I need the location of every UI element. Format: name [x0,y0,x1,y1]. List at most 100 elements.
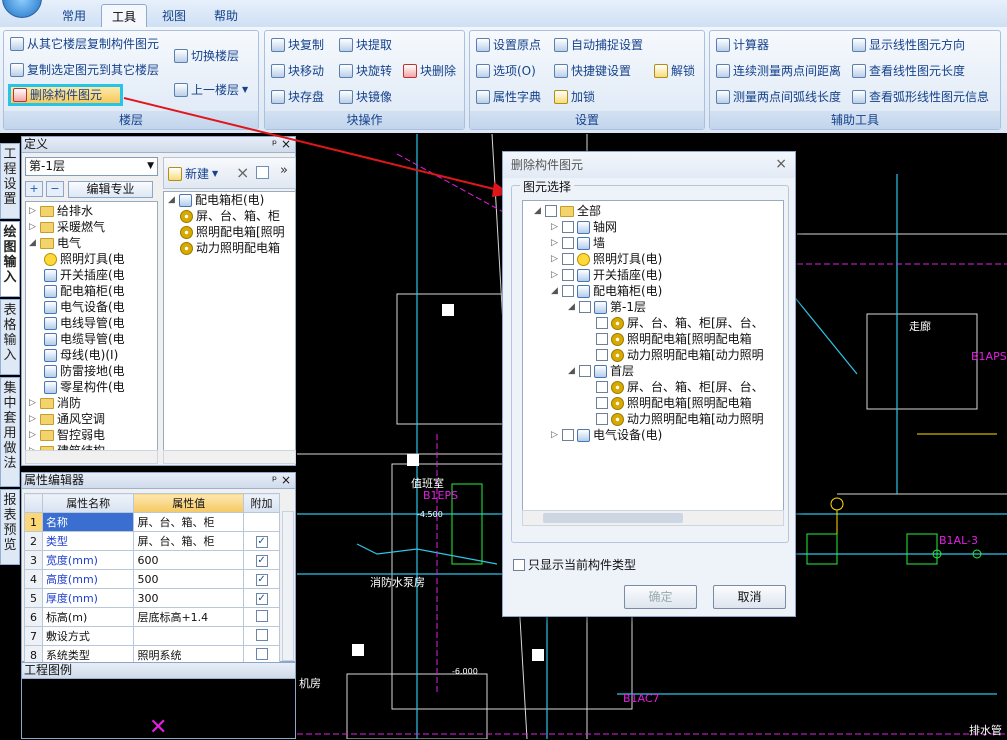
show-line-direction-button[interactable]: 显示线性图元方向 [852,34,965,56]
collapse-icon[interactable]: ◢ [28,235,37,251]
cancel-button[interactable]: 取消 [713,585,786,609]
vtab-apply-method[interactable]: 集中套用做法 [0,377,20,487]
checkbox[interactable] [579,301,591,313]
checkbox[interactable]: ✓ [255,593,268,605]
tree-item[interactable]: 照明灯具(电 [26,251,157,267]
view-line-length-button[interactable]: 查看线性图元长度 [852,60,965,82]
vtab-project-settings[interactable]: 工程设置 [0,143,20,219]
property-value[interactable]: 300 [133,588,245,608]
floor-select[interactable]: 第-1层 ▼ [25,157,158,176]
tree-item[interactable]: 电线导管(电 [26,315,157,331]
expand-icon[interactable]: ▷ [28,219,37,235]
prev-floor-button[interactable]: 上一楼层 ▼ [174,79,248,101]
component-item[interactable]: 照明配电箱[照明 [164,224,295,240]
component-item[interactable]: 动力照明配电箱 [164,240,295,256]
checkbox[interactable] [596,317,608,329]
block-save-button[interactable]: 块存盘 [271,86,324,108]
checkbox[interactable]: ✓ [255,555,268,567]
checkbox[interactable] [596,349,608,361]
more-chevron-icon[interactable]: » [280,163,288,178]
vtab-report-preview[interactable]: 报表预览 [0,489,20,565]
property-row[interactable]: 4 高度(mm) 500 ✓ [24,569,280,589]
unlock-button[interactable]: 解锁 [654,60,695,82]
block-rotate-button[interactable]: 块旋转 [339,60,392,82]
collapse-all-button[interactable]: − [46,181,64,197]
property-row[interactable]: 2 类型 屏、台、箱、柜 ✓ [24,531,280,551]
checkbox[interactable] [255,628,268,641]
checkbox[interactable]: ✓ [255,536,268,548]
shortcut-settings-button[interactable]: 快捷键设置 [554,60,631,82]
checkbox[interactable] [596,381,608,393]
options-button[interactable]: 选项(O) [476,60,536,82]
switch-floor-button[interactable]: 切换楼层 [174,45,239,67]
expand-icon[interactable]: ▷ [28,395,37,411]
block-extract-button[interactable]: 块提取 [339,34,392,56]
collapse-icon[interactable]: ◢ [567,363,576,379]
edit-specialty-button[interactable]: 编辑专业 [68,181,153,198]
element-tree-item[interactable]: ◢ 首层 [523,363,783,379]
element-tree-item[interactable]: 照明配电箱[照明配电箱 [523,331,783,347]
tree-item[interactable]: 配电箱柜(电 [26,283,157,299]
element-tree-item[interactable]: ◢ 第-1层 [523,299,783,315]
property-vscrollbar[interactable] [282,511,294,661]
checkbox[interactable] [562,429,574,441]
block-move-button[interactable]: 块移动 [271,60,324,82]
vtab-drawing-input[interactable]: 绘图输入 [0,221,20,297]
list-hscrollbar[interactable] [163,450,296,464]
pin-close-icon[interactable]: ᵖ × [272,473,295,488]
block-copy-button[interactable]: 块复制 [271,34,324,56]
element-tree[interactable]: ◢ 全部 ▷ 轴网 ▷ 墙 ▷ 照明灯具(电) ▷ 开关插座(电) ◢ 配电箱柜(电) ◢ 第-1层 屏、台… [522,200,784,512]
auto-snap-button[interactable]: 自动捕捉设置 [554,34,643,56]
delete-component-button[interactable]: 删除构件图元 [8,84,123,106]
pin-close-icon[interactable]: ᵖ × [272,137,295,152]
tree-item[interactable]: 零星构件(电 [26,379,157,395]
tree-item[interactable]: 母线(电)(I) [26,347,157,363]
property-row[interactable]: 3 宽度(mm) 600 ✓ [24,550,280,570]
tree-item[interactable]: 防雷接地(电 [26,363,157,379]
checkbox[interactable] [513,559,525,571]
measure-distance-button[interactable]: 连续测量两点间距离 [716,60,841,82]
checkbox[interactable] [596,333,608,345]
scroll-thumb[interactable] [543,513,683,523]
element-tree-item[interactable]: ◢ 配电箱柜(电) [523,283,783,299]
new-component-button[interactable]: 新建 ▼ [168,163,218,185]
property-value[interactable]: 屏、台、箱、柜 [133,531,245,551]
tree-item[interactable]: ▷ 智控弱电 [26,427,157,443]
component-type-tree[interactable]: ▷ 给排水 ▷ 采暖燃气 ◢ 电气 照明灯具(电 开关插座(电 配电箱柜(电 电气设备(电 电线导管… [25,201,158,454]
property-value[interactable]: 600 [133,550,245,570]
property-value[interactable]: 500 [133,569,245,589]
expand-icon[interactable]: ▷ [28,411,37,427]
expand-icon[interactable]: ▷ [28,203,37,219]
tree-hscrollbar[interactable] [522,510,784,526]
collapse-icon[interactable]: ◢ [567,299,576,315]
copy-from-floor-button[interactable]: 从其它楼层复制构件图元 [10,33,159,55]
tree-item[interactable]: ▷ 采暖燃气 [26,219,157,235]
copy-icon[interactable] [256,166,269,179]
element-tree-item[interactable]: ◢ 全部 [523,203,783,219]
checkbox[interactable] [562,253,574,265]
measure-arc-button[interactable]: 测量两点间弧线长度 [716,86,841,108]
element-tree-item[interactable]: 屏、台、箱、柜[屏、台、 [523,315,783,331]
expand-icon[interactable]: ▷ [28,427,37,443]
collapse-icon[interactable]: ◢ [533,203,542,219]
property-value[interactable] [133,626,245,646]
delete-icon[interactable]: × [236,163,249,182]
view-arc-info-button[interactable]: 查看弧形线性图元信息 [852,86,989,108]
element-tree-item[interactable]: ▷ 照明灯具(电) [523,251,783,267]
expand-icon[interactable]: ▷ [550,427,559,443]
tree-item[interactable]: 开关插座(电 [26,267,157,283]
property-value[interactable]: 层底标高+1.4 [133,607,245,627]
close-icon[interactable]: × [775,156,787,172]
checkbox[interactable] [562,269,574,281]
element-tree-item[interactable]: ▷ 轴网 [523,219,783,235]
element-tree-item[interactable]: 动力照明配电箱[动力照明 [523,411,783,427]
property-dict-button[interactable]: 属性字典 [476,86,541,108]
element-tree-item[interactable]: ▷ 电气设备(电) [523,427,783,443]
property-row[interactable]: 7 敷设方式 [24,626,280,646]
checkbox[interactable] [596,413,608,425]
expand-icon[interactable]: ▷ [550,219,559,235]
component-item[interactable]: 屏、台、箱、柜 [164,208,295,224]
lock-button[interactable]: 加锁 [554,86,595,108]
component-root[interactable]: ◢ 配电箱柜(电) [164,192,295,208]
checkbox[interactable] [545,205,557,217]
